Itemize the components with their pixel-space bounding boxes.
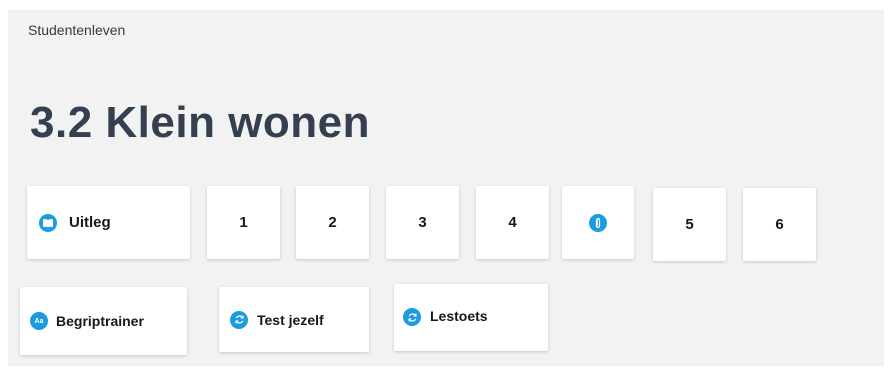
page-title: 3.2 Klein wonen xyxy=(30,98,371,147)
uitleg-button[interactable]: Uitleg xyxy=(27,186,190,259)
page-2-button[interactable]: 2 xyxy=(296,186,369,259)
refresh-icon xyxy=(230,310,248,329)
page-3-button[interactable]: 3 xyxy=(386,186,459,259)
refresh-icon xyxy=(403,308,421,326)
begriptrainer-button[interactable]: Aa Begriptrainer xyxy=(20,287,187,355)
page-6-button[interactable]: 6 xyxy=(743,188,816,261)
page-1-button[interactable]: 1 xyxy=(207,186,280,259)
uitleg-label: Uitleg xyxy=(69,214,111,231)
test-jezelf-label: Test jezelf xyxy=(257,311,324,328)
page-4-button[interactable]: 4 xyxy=(476,186,549,259)
page-5-button[interactable]: 5 xyxy=(653,188,726,261)
page-number: 3 xyxy=(418,214,427,231)
breadcrumb[interactable]: Studentenleven xyxy=(28,22,125,38)
page-number: 6 xyxy=(775,216,784,233)
page-number: 4 xyxy=(508,214,517,231)
paperclip-icon xyxy=(589,213,607,232)
lestoets-button[interactable]: Lestoets xyxy=(394,284,548,351)
page-number: 2 xyxy=(328,214,337,231)
lestoets-label: Lestoets xyxy=(430,308,488,324)
test-jezelf-button[interactable]: Test jezelf xyxy=(219,287,369,352)
page-number: 1 xyxy=(239,214,248,231)
glossary-icon: Aa xyxy=(30,312,48,330)
book-icon xyxy=(39,213,57,232)
page-number: 5 xyxy=(685,216,694,233)
attachment-button[interactable] xyxy=(562,186,634,259)
begriptrainer-label: Begriptrainer xyxy=(56,313,144,329)
